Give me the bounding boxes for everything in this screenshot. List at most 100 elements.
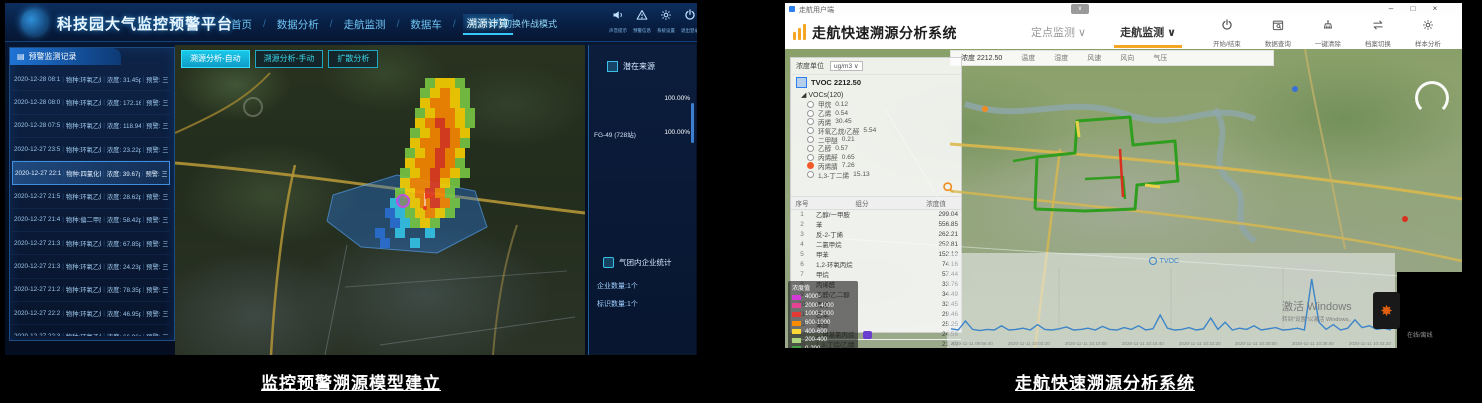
- refresh-icon: [489, 18, 499, 30]
- cell-separator: |: [62, 216, 64, 223]
- map-tab-1[interactable]: 溯源分析-自动: [181, 50, 250, 68]
- panel-scrollbar[interactable]: [691, 103, 694, 143]
- main-nav: 首页/数据分析/走航监测/数据车/溯源计算: [227, 14, 513, 35]
- source-marker[interactable]: [397, 195, 409, 207]
- alert-cell: 2020-12-27 21:42:27: [14, 216, 60, 223]
- alert-sidebar: ▤ 预警监测记录 2020-12-28 08:12:27|物种:环氧乙烷|浓度:…: [9, 47, 175, 341]
- right-map[interactable]: 浓度 2212.50温度湿度风速风向气压 浓度单位 ug/m3 ∨ TVOC 2…: [785, 49, 1462, 348]
- potential-source-panel: 潜在来源 100.00%FG-49 (728站)100.00% 气团内企业统计 …: [588, 45, 696, 355]
- alert-row[interactable]: 2020-12-27 22:32:34|物种:环氧乙烷|浓度: 66.96ppb…: [12, 325, 170, 336]
- nav-item-2[interactable]: 数据分析: [273, 15, 323, 34]
- nav-item-4[interactable]: 数据车: [406, 15, 446, 34]
- toolbar-swap-arrows-icon[interactable]: 档案切换: [1365, 18, 1391, 48]
- alert-cell: 物种:环氧乙烷: [66, 192, 101, 201]
- legend-row: 2000-4000: [792, 302, 854, 311]
- alert-cell: 预警: 三级: [146, 239, 168, 248]
- cell-separator: |: [62, 146, 64, 153]
- alert-cell: 物种:环氧乙烷: [66, 262, 101, 271]
- alert-cell: 2020-12-27 21:37:27: [14, 240, 60, 247]
- legend-row: 400-600: [792, 327, 854, 336]
- cell-separator: |: [62, 76, 64, 83]
- alert-cell: 2020-12-27 21:52:27: [14, 193, 60, 200]
- alert-sidebar-tab[interactable]: ▤ 预警监测记录: [10, 48, 121, 65]
- cell-separator: |: [62, 193, 64, 200]
- map-tab-3[interactable]: 扩散分析: [328, 50, 378, 68]
- close-button[interactable]: ×: [1427, 3, 1443, 15]
- nav-item-3[interactable]: 走航监测: [340, 15, 390, 34]
- left-map[interactable]: 溯源分析-自动溯源分析-手动扩散分析: [175, 45, 585, 355]
- calendar-search-icon: [1272, 18, 1284, 36]
- cell-separator: |: [103, 263, 105, 270]
- tab-1[interactable]: 定点监测 ∨: [1031, 24, 1086, 48]
- cell-separator: |: [62, 122, 64, 129]
- map-tab-2[interactable]: 溯源分析-手动: [255, 50, 324, 68]
- alert-cell: 浓度: 24.23ppb: [107, 262, 141, 271]
- stat-line: 标识数量:1个: [597, 299, 638, 309]
- alert-cell: 预警: 三级: [146, 145, 168, 154]
- alert-cell: 预警: 三级: [146, 192, 168, 201]
- maximize-button[interactable]: □: [1405, 3, 1421, 15]
- toolbar-gear-icon[interactable]: 样本分析: [1415, 18, 1441, 48]
- map-marker[interactable]: [1292, 86, 1298, 92]
- legend-label: 0-200: [805, 346, 820, 348]
- alert-cell: 2020-12-27 21:32:27: [14, 263, 60, 270]
- legend-title: 浓度值: [792, 283, 854, 292]
- legend-label: 1000-2000: [805, 311, 834, 317]
- alert-cell: 2020-12-27 22:27:34: [14, 310, 60, 317]
- alert-row[interactable]: 2020-12-28 08:12:27|物种:环氧乙烷|浓度: 31.45ppb…: [12, 68, 170, 91]
- cell-separator: |: [103, 76, 105, 83]
- high-concentration-segment: [1120, 149, 1123, 197]
- alert-row[interactable]: 2020-12-27 22:18:41|物种:四氯化碳|浓度: 39.67ppb…: [12, 161, 170, 185]
- header-action-power-icon[interactable]: 退出登录: [681, 8, 697, 34]
- cell-separator: |: [103, 286, 105, 293]
- nav-item-1[interactable]: 首页: [227, 15, 256, 34]
- alert-row[interactable]: 2020-12-27 21:52:27|物种:环氧乙烷|浓度: 28.62ppb…: [12, 185, 170, 208]
- tab-2[interactable]: 走航监测 ∨: [1120, 24, 1176, 48]
- header-icon-label: 退出登录: [681, 27, 697, 33]
- alert-cell: 物种:环氧乙烷: [66, 98, 101, 107]
- header-action-speaker-icon[interactable]: 声音提示: [609, 8, 627, 34]
- black-corner-panel: 在线/离线: [1397, 272, 1462, 348]
- toolbar-calendar-search-icon[interactable]: 数据查询: [1265, 18, 1291, 48]
- toolbar: 开始/结束数据查询一键清除档案切换样本分析: [1213, 18, 1441, 48]
- toolbar-broom-icon[interactable]: 一键清除: [1315, 18, 1341, 48]
- vehicle-marker[interactable]: [863, 331, 872, 339]
- alert-cell: 浓度: 46.95ppb: [107, 309, 141, 318]
- platform-logo: [21, 9, 47, 35]
- legend-swatch: [792, 303, 801, 308]
- alert-row[interactable]: 2020-12-28 08:02:27|物种:环氧乙烷|浓度: 172.16pp…: [12, 91, 170, 114]
- map-marker[interactable]: [982, 106, 988, 112]
- alert-row[interactable]: 2020-12-27 22:27:34|物种:环氧乙烷|浓度: 46.95ppb…: [12, 302, 170, 325]
- source-panel-title-row: 潜在来源: [607, 61, 655, 72]
- alert-row[interactable]: 2020-12-27 21:27:27|物种:环氧乙烷|浓度: 78.35ppb…: [12, 279, 170, 302]
- alert-row[interactable]: 2020-12-28 07:57:27|物种:环氧乙烷|浓度: 118.94pp…: [12, 115, 170, 138]
- antivirus-widget[interactable]: ✸: [1373, 292, 1400, 329]
- left-caption: 监控预警溯源模型建立: [5, 369, 697, 394]
- broom-icon: [1322, 18, 1334, 36]
- cell-separator: |: [103, 193, 105, 200]
- alert-list[interactable]: 2020-12-28 08:12:27|物种:环氧乙烷|浓度: 31.45ppb…: [12, 68, 170, 336]
- toolbar-power-icon[interactable]: 开始/结束: [1213, 18, 1241, 48]
- mode-switch-button[interactable]: 切换作战模式: [489, 17, 557, 30]
- map-marker[interactable]: [1402, 216, 1408, 222]
- alert-cell: 浓度: 172.16ppb: [107, 98, 141, 107]
- header-action-gear-icon[interactable]: 系统设置: [657, 8, 675, 34]
- alert-cell: 浓度: 31.45ppb: [107, 75, 141, 84]
- chart-legend[interactable]: TVOC: [1149, 257, 1179, 265]
- nav-separator: /: [453, 19, 456, 30]
- header-action-alert-triangle-icon[interactable]: 预警信息: [633, 8, 651, 34]
- alert-cell: 预警: 三级: [146, 262, 168, 271]
- alert-cell: 浓度: 78.35ppb: [107, 285, 141, 294]
- loading-spinner: [1415, 81, 1449, 115]
- legend-dot-icon: [1149, 257, 1157, 265]
- stats-panel-title-row: 气团内企业统计: [603, 257, 672, 268]
- left-app-title: 科技园大气监控预警平台: [57, 13, 233, 34]
- titlebar-dropdown-button[interactable]: ∨: [1071, 4, 1089, 14]
- alert-row[interactable]: 2020-12-27 21:32:27|物种:环氧乙烷|浓度: 24.23ppb…: [12, 255, 170, 278]
- alert-row[interactable]: 2020-12-27 21:42:27|物种:偏二甲肼|浓度: 58.42ppb…: [12, 209, 170, 232]
- legend-row: 1000-2000: [792, 310, 854, 319]
- alert-row[interactable]: 2020-12-27 23:52:34|物种:环氧乙烷|浓度: 23.22ppb…: [12, 138, 170, 161]
- alert-cell: 物种:环氧乙烷: [66, 145, 101, 154]
- minimize-button[interactable]: –: [1383, 3, 1399, 15]
- alert-row[interactable]: 2020-12-27 21:37:27|物种:环氧乙烷|浓度: 67.85ppb…: [12, 232, 170, 255]
